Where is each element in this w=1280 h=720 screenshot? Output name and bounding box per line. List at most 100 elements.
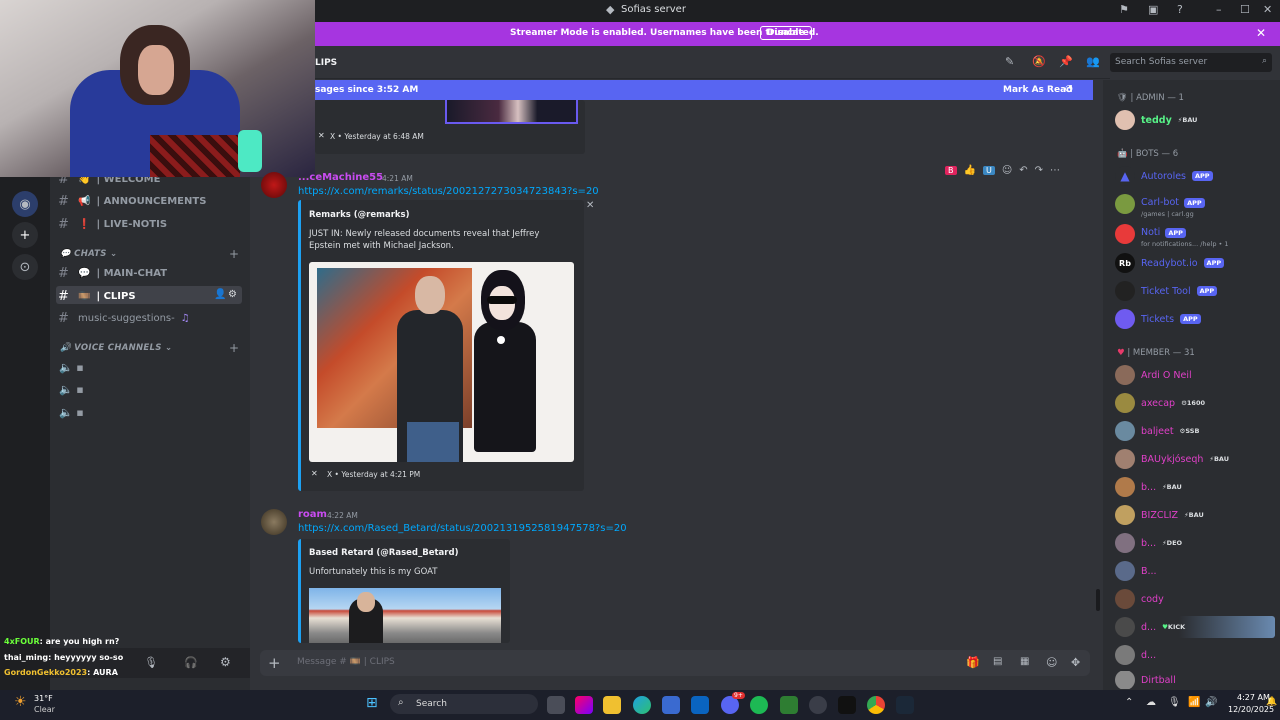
- channel-live-notis[interactable]: # ❗ | LIVE-NOTIS: [58, 217, 167, 232]
- start-icon[interactable]: ⊞: [366, 695, 378, 711]
- clock-time[interactable]: 4:27 AM: [1237, 693, 1270, 702]
- member-row[interactable]: d... ♥KICK: [1115, 616, 1275, 638]
- member-row[interactable]: Rb Readybot.io APP: [1115, 252, 1225, 274]
- chevron-up-icon[interactable]: ⌃: [1125, 697, 1133, 708]
- reaction-u-icon[interactable]: U: [982, 165, 995, 175]
- channel-clips[interactable]: # 🎞️ | CLIPS: [58, 289, 136, 304]
- voice-channel[interactable]: 🔈 ▪: [59, 361, 84, 374]
- member-row[interactable]: Ardi O Neil: [1115, 364, 1192, 386]
- server-icon[interactable]: ◉: [12, 191, 38, 217]
- close-icon[interactable]: ✕: [586, 200, 594, 211]
- edge-icon[interactable]: [633, 696, 651, 714]
- help-icon[interactable]: ?: [1177, 3, 1183, 16]
- channel-announcements[interactable]: # 📢 | ANNOUNCEMENTS: [58, 194, 206, 209]
- new-messages-bar[interactable]: sages since 3:52 AM Mark As Read ◔: [315, 80, 1093, 100]
- category-voice[interactable]: 🔊 VOICE CHANNELS ⌄: [60, 343, 172, 353]
- member-row[interactable]: axecap ⚙1600: [1115, 392, 1205, 414]
- tiktok-icon[interactable]: [838, 696, 856, 714]
- member-row[interactable]: b... ⚡DEO: [1115, 532, 1182, 554]
- gift-icon[interactable]: 🎁: [966, 656, 980, 669]
- add-reaction-icon[interactable]: ☺: [1002, 165, 1012, 176]
- message-username[interactable]: roam: [298, 509, 327, 520]
- category-chats[interactable]: 💬 CHATS ⌄: [60, 249, 117, 259]
- member-row[interactable]: Carl-bot APP /games | carl.gg: [1115, 193, 1205, 218]
- weather-icon[interactable]: ☀: [14, 694, 27, 710]
- member-row[interactable]: b... ⚡BAU: [1115, 476, 1182, 498]
- outlook-icon[interactable]: [691, 696, 709, 714]
- sticker-icon[interactable]: ▦: [1020, 656, 1029, 667]
- close-icon[interactable]: ✕: [1256, 26, 1266, 40]
- member-row[interactable]: BIZCLIZ ⚡BAU: [1115, 504, 1204, 526]
- steam-icon[interactable]: [896, 696, 914, 714]
- attach-icon[interactable]: +: [268, 654, 281, 672]
- apps-icon[interactable]: ✥: [1071, 656, 1080, 669]
- message-link[interactable]: https://x.com/remarks/status/20021272730…: [298, 186, 599, 197]
- member-row[interactable]: Tickets APP: [1115, 308, 1201, 330]
- gif-icon[interactable]: ▤: [993, 656, 1002, 667]
- taskbar-search[interactable]: ⌕ Search: [390, 694, 538, 714]
- message-composer[interactable]: + Message # 🎞️ | CLIPS 🎁 ▤ ▦ ☺ ✥: [260, 650, 1090, 676]
- mic-tray-icon[interactable]: 🎙: [1168, 697, 1181, 708]
- notification-bell-icon[interactable]: 🔔: [1266, 697, 1277, 707]
- gear-icon[interactable]: ⚙: [228, 289, 237, 300]
- close-window-icon[interactable]: ✕: [1263, 3, 1272, 16]
- member-row[interactable]: cody: [1115, 588, 1164, 610]
- app-icon[interactable]: [780, 696, 798, 714]
- avatar[interactable]: [261, 509, 287, 535]
- member-row[interactable]: B...: [1115, 560, 1157, 582]
- members-icon[interactable]: 👥: [1086, 55, 1100, 68]
- file-explorer-icon[interactable]: [603, 696, 621, 714]
- scrollbar-thumb[interactable]: [1096, 589, 1100, 611]
- message-username[interactable]: ...ceMachine55: [298, 172, 383, 183]
- stream-icon[interactable]: ▣: [1148, 3, 1158, 16]
- add-server-icon[interactable]: +: [12, 222, 38, 248]
- voice-channel[interactable]: 🔈 ▪: [59, 383, 84, 396]
- tray-icon[interactable]: ☁: [1146, 697, 1156, 708]
- pin-icon[interactable]: 📌: [1059, 55, 1073, 68]
- forward-icon[interactable]: ↷: [1035, 165, 1043, 176]
- more-icon[interactable]: ⋯: [1050, 165, 1060, 176]
- copilot-icon[interactable]: [575, 696, 593, 714]
- thumbs-up-icon[interactable]: 👍: [964, 165, 976, 176]
- previous-embed-image[interactable]: [445, 100, 578, 124]
- app-icon[interactable]: [809, 696, 827, 714]
- channel-main-chat[interactable]: # 💬 | MAIN-CHAT: [58, 266, 167, 281]
- channel-music-suggestions[interactable]: # music-suggestions- ♫: [58, 311, 190, 326]
- embed-image[interactable]: [309, 588, 501, 643]
- member-row[interactable]: baljeet ⚙SSB: [1115, 420, 1199, 442]
- notification-icon[interactable]: 🔕: [1032, 55, 1046, 68]
- member-row[interactable]: Ticket Tool APP: [1115, 280, 1218, 302]
- member-row[interactable]: Noti APP for notifications... /help • 1: [1115, 223, 1229, 248]
- wifi-icon[interactable]: 📶: [1188, 697, 1200, 708]
- reaction-b-icon[interactable]: B: [945, 165, 957, 175]
- reply-icon[interactable]: ↶: [1019, 165, 1027, 176]
- embed-author[interactable]: Remarks (@remarks): [309, 210, 410, 220]
- inbox-icon[interactable]: ⚑: [1119, 3, 1129, 16]
- maximize-icon[interactable]: ☐: [1240, 3, 1250, 16]
- task-view-icon[interactable]: [547, 696, 565, 714]
- message-link[interactable]: https://x.com/Rased_Betard/status/200213…: [298, 523, 627, 534]
- voice-channel[interactable]: 🔈 ▪: [59, 406, 84, 419]
- invite-icon[interactable]: 👤: [214, 289, 226, 300]
- avatar[interactable]: [261, 172, 287, 198]
- volume-icon[interactable]: 🔊: [1205, 697, 1217, 708]
- member-row[interactable]: teddy ⚡BAU: [1115, 109, 1197, 131]
- embed-author[interactable]: Based Retard (@Rased_Betard): [309, 548, 458, 558]
- embed-image[interactable]: [309, 262, 574, 462]
- emoji-icon[interactable]: ☺: [1046, 656, 1057, 669]
- add-channel-icon[interactable]: +: [229, 247, 239, 261]
- store-icon[interactable]: [662, 696, 680, 714]
- add-voice-icon[interactable]: +: [229, 341, 239, 355]
- threads-icon[interactable]: ✎: [1005, 55, 1014, 68]
- member-row[interactable]: d...: [1115, 644, 1156, 666]
- member-row[interactable]: BAUykjóseqh ⚡BAU: [1115, 448, 1229, 470]
- member-row[interactable]: Dirtball: [1115, 671, 1176, 689]
- discover-icon[interactable]: ⊙: [12, 254, 38, 280]
- minimize-icon[interactable]: –: [1216, 3, 1222, 16]
- member-row[interactable]: ▲ Autoroles APP: [1115, 165, 1213, 187]
- spotify-icon[interactable]: [750, 696, 768, 714]
- disable-button[interactable]: Disable: [760, 26, 812, 40]
- mark-as-read-button[interactable]: Mark As Read: [1003, 85, 1073, 95]
- search-input[interactable]: Search Sofias server ⌕: [1110, 53, 1272, 72]
- chrome-icon[interactable]: [867, 696, 885, 714]
